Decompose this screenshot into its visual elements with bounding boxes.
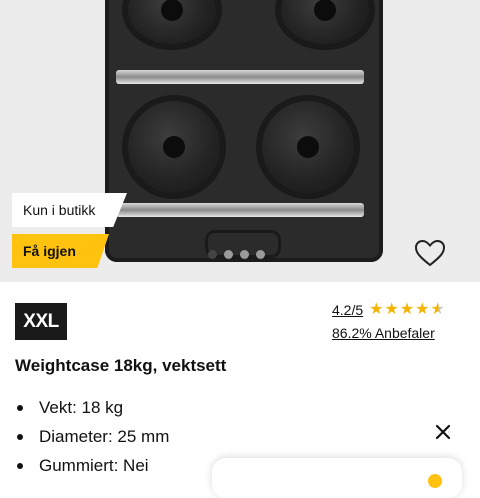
brand-logo-text: XXL	[23, 310, 59, 332]
restock-badge: Få igjen	[12, 234, 109, 268]
product-title: Weightcase 18kg, vektsett	[15, 356, 227, 375]
favorite-button[interactable]	[414, 238, 446, 268]
bullet-icon	[17, 462, 23, 469]
dumbbell-bar	[116, 70, 364, 84]
heart-outline-icon	[414, 239, 446, 267]
gallery-dot-4[interactable]	[256, 250, 265, 259]
star-icon: ★	[384, 301, 399, 318]
spec-text: Vekt: 18 kg	[39, 397, 124, 417]
bullet-icon	[17, 404, 23, 411]
weight-plate	[256, 95, 360, 199]
spec-text: Gummiert: Nei	[39, 455, 149, 475]
spec-text: Diameter: 25 mm	[39, 426, 170, 446]
chat-accent-icon	[428, 474, 442, 488]
store-only-label: Kun i butikk	[23, 202, 96, 218]
star-icon: ★	[415, 301, 430, 318]
star-icon: ★	[430, 301, 445, 318]
gallery-dot-2[interactable]	[224, 250, 233, 259]
store-only-badge: Kun i butikk	[12, 193, 127, 227]
star-icon: ★	[369, 301, 384, 318]
bullet-icon	[17, 433, 23, 440]
chat-popup[interactable]	[212, 458, 462, 498]
dumbbell-bar	[116, 203, 364, 217]
spec-list: Vekt: 18 kg Diameter: 25 mm Gummiert: Ne…	[15, 393, 169, 480]
spec-item: Vekt: 18 kg	[15, 393, 169, 422]
gallery-pagination	[208, 250, 265, 259]
brand-logo[interactable]: XXL	[15, 303, 67, 340]
recommend-percentage[interactable]: 86.2% Anbefaler	[332, 325, 435, 341]
star-icon: ★	[399, 301, 415, 318]
restock-label: Få igjen	[23, 243, 76, 259]
rating-stars: ★ ★ ★ ★ ★	[369, 302, 445, 318]
close-icon	[435, 424, 451, 440]
weight-plate	[122, 95, 226, 199]
close-button[interactable]	[432, 421, 454, 443]
gallery-dot-1[interactable]	[208, 250, 217, 259]
rating-value[interactable]: 4.2/5	[332, 302, 363, 318]
rating-summary[interactable]: 4.2/5 ★ ★ ★ ★ ★	[332, 302, 445, 319]
gallery-dot-3[interactable]	[240, 250, 249, 259]
product-image-gallery[interactable]: Kun i butikk Få igjen	[0, 0, 480, 282]
spec-item: Diameter: 25 mm	[15, 422, 169, 451]
spec-item: Gummiert: Nei	[15, 451, 169, 480]
